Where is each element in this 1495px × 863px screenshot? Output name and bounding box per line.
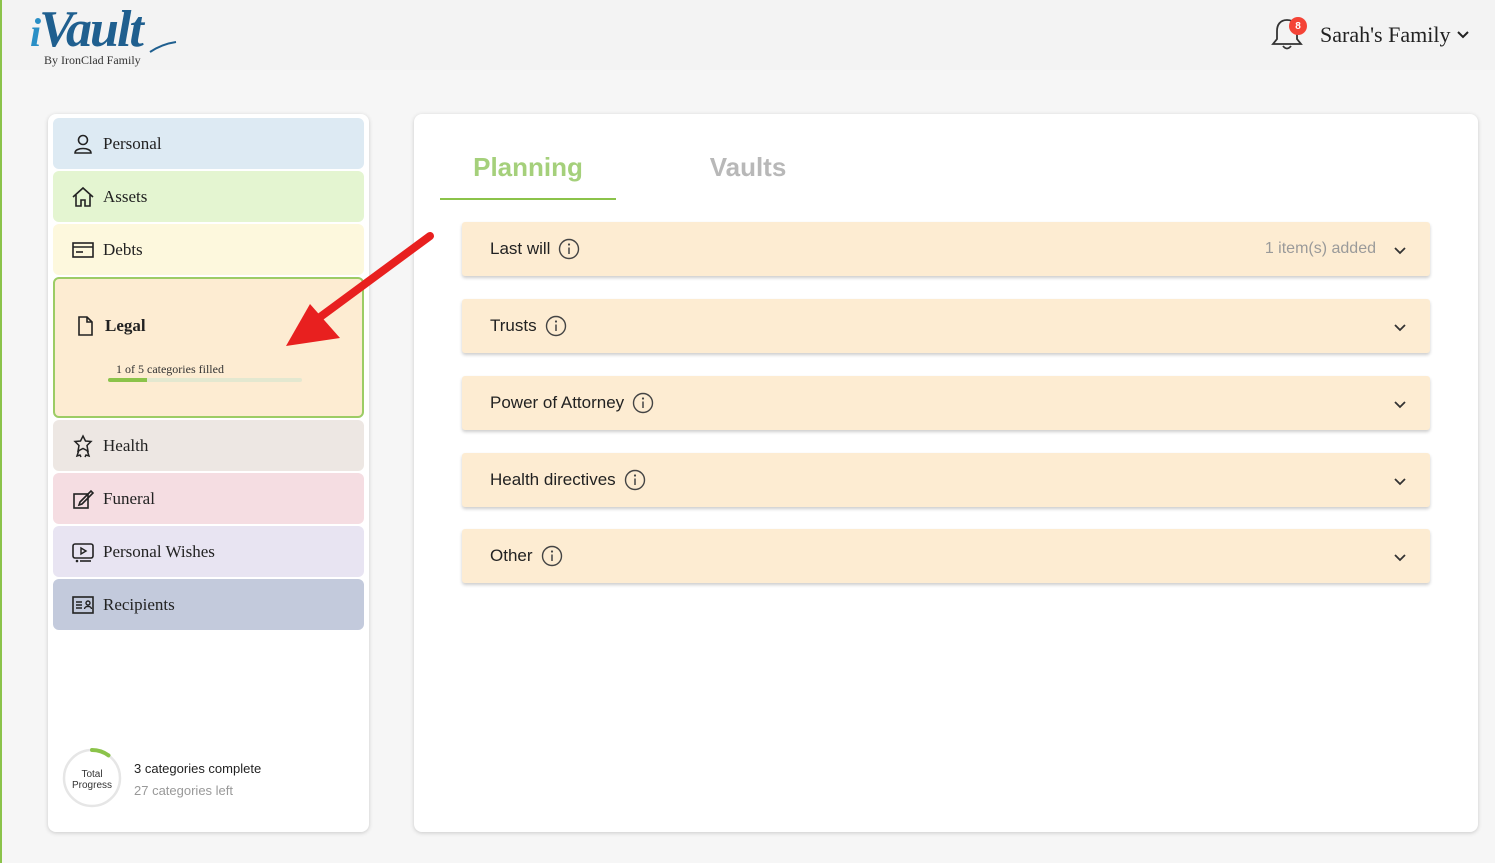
main-panel: Planning Vaults Last will 1 item(s) adde… <box>414 114 1478 832</box>
sidebar-item-assets[interactable]: Assets <box>53 171 364 222</box>
categories-complete-text: 3 categories complete <box>134 761 262 776</box>
accordion-health-directives[interactable]: Health directives <box>462 453 1430 507</box>
chevron-down-icon <box>1394 401 1406 409</box>
info-icon[interactable] <box>632 392 654 414</box>
sidebar-item-label: Health <box>103 435 149 455</box>
tab-planning[interactable]: Planning <box>440 150 616 200</box>
sidebar-item-label: Legal <box>105 316 146 335</box>
categories-left-text: 27 categories left <box>134 783 234 798</box>
info-icon[interactable] <box>545 315 567 337</box>
document-icon <box>78 316 93 336</box>
sidebar-item-label: Debts <box>103 239 143 259</box>
legal-progress-text: 1 of 5 categories filled <box>116 362 224 376</box>
items-added-count: 1 item(s) added <box>1264 240 1376 257</box>
sidebar-item-label: Recipients <box>103 594 175 614</box>
chevron-down-icon <box>1457 31 1470 39</box>
info-icon[interactable] <box>541 545 563 567</box>
edit-note-icon <box>73 489 95 509</box>
accordion-power-of-attorney[interactable]: Power of Attorney <box>462 376 1430 430</box>
accordion-other[interactable]: Other <box>462 529 1430 583</box>
house-icon <box>72 186 94 207</box>
legal-progress-bar <box>108 378 302 382</box>
accordion-title: Health directives <box>490 470 616 489</box>
accordion-title: Last will <box>490 239 551 258</box>
legal-progress-fill <box>108 378 147 382</box>
sidebar-item-debts[interactable]: Debts <box>53 224 364 275</box>
video-play-icon <box>72 542 94 562</box>
info-icon[interactable] <box>558 238 580 260</box>
sidebar-item-funeral[interactable]: Funeral <box>53 473 364 524</box>
notification-badge: 8 <box>1289 17 1307 35</box>
family-name: Sarah's Family <box>1320 22 1451 47</box>
chevron-down-icon <box>1394 247 1406 255</box>
sidebar-item-recipients[interactable]: Recipients <box>53 579 364 630</box>
total-progress-label: Total Progress <box>71 769 112 791</box>
sidebar-item-legal[interactable]: Legal 1 of 5 categories filled <box>53 277 364 418</box>
medical-award-icon <box>73 433 93 457</box>
person-icon <box>74 134 92 154</box>
family-selector[interactable]: Sarah's Family <box>1320 20 1470 50</box>
sidebar-item-personal-wishes[interactable]: Personal Wishes <box>53 526 364 577</box>
chevron-down-icon <box>1394 554 1406 562</box>
logo-swoosh-icon <box>149 41 177 53</box>
accordion-title: Power of Attorney <box>490 393 625 412</box>
app-header: iVault By IronClad Family 8 Sarah's Fami… <box>2 0 1495 70</box>
contact-card-icon <box>72 595 94 614</box>
sidebar-item-label: Personal <box>103 133 162 153</box>
accordion-title: Other <box>490 546 533 565</box>
info-icon[interactable] <box>624 469 646 491</box>
sidebar-item-label: Personal Wishes <box>103 541 215 561</box>
credit-card-icon <box>72 241 94 258</box>
chevron-down-icon <box>1394 324 1406 332</box>
accordion-last-will[interactable]: Last will 1 item(s) added <box>462 222 1430 276</box>
logo-subtitle: By IronClad Family <box>44 53 141 67</box>
ivault-logo[interactable]: iVault By IronClad Family <box>30 2 180 68</box>
sidebar-item-label: Assets <box>103 186 148 206</box>
chevron-down-icon <box>1394 478 1406 486</box>
accordion-trusts[interactable]: Trusts <box>462 299 1430 353</box>
tab-vaults[interactable]: Vaults <box>660 150 836 200</box>
sidebar-item-label: Funeral <box>103 488 155 508</box>
sidebar-item-personal[interactable]: Personal <box>53 118 364 169</box>
sidebar-item-health[interactable]: Health <box>53 420 364 471</box>
accordion-title: Trusts <box>490 316 537 335</box>
legal-title: Legal <box>75 315 146 337</box>
category-sidebar: Personal Assets Debts Legal 1 of 5 categ… <box>48 114 369 832</box>
